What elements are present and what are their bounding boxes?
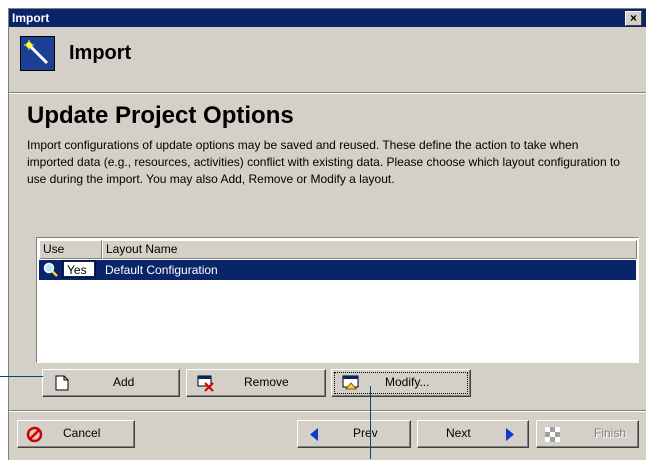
page-title: Update Project Options xyxy=(27,102,294,129)
finish-button-label: Finish xyxy=(594,426,627,440)
next-button[interactable]: Next xyxy=(417,420,529,448)
callout-line-add xyxy=(0,376,43,377)
header-title: Import xyxy=(69,42,132,64)
title-bar[interactable]: Import × xyxy=(9,9,646,27)
close-button[interactable]: × xyxy=(625,11,642,26)
modify-button[interactable]: Modify... xyxy=(331,369,471,397)
prev-button-label: Prev xyxy=(353,426,378,440)
remove-button[interactable]: Remove xyxy=(186,369,326,397)
modify-button-label: Modify... xyxy=(385,375,430,389)
arrow-left-icon xyxy=(310,428,318,441)
cancel-button-label: Cancel xyxy=(63,426,101,440)
checkered-flag-icon xyxy=(545,427,560,442)
cancel-icon xyxy=(26,426,43,443)
new-document-icon xyxy=(55,375,69,391)
window-title: Import xyxy=(12,11,50,25)
layout-table[interactable]: Use Layout Name Yes Default Configuratio… xyxy=(36,237,639,363)
magnifier-icon xyxy=(43,262,58,277)
column-header-layout-name[interactable]: Layout Name xyxy=(102,240,637,259)
next-button-label: Next xyxy=(446,426,471,440)
table-header: Use Layout Name xyxy=(39,240,637,259)
add-button[interactable]: Add xyxy=(42,369,180,397)
remove-icon xyxy=(197,375,214,392)
footer-separator xyxy=(9,410,646,412)
import-dialog: Import × Import Update Project Options I… xyxy=(8,8,646,460)
header-separator xyxy=(9,92,646,94)
table-row[interactable]: Yes Default Configuration xyxy=(39,260,636,280)
add-button-label: Add xyxy=(113,375,135,389)
prev-button[interactable]: Prev xyxy=(297,420,411,448)
wizard-header: Import xyxy=(9,28,646,92)
use-cell[interactable]: Yes xyxy=(62,260,96,278)
callout-line-modify xyxy=(370,386,371,459)
remove-button-label: Remove xyxy=(244,375,289,389)
arrow-right-icon xyxy=(506,428,514,441)
finish-button[interactable]: Finish xyxy=(536,420,639,448)
magic-wand-icon xyxy=(20,36,55,71)
page-description: Import configurations of update options … xyxy=(27,138,620,186)
column-header-use[interactable]: Use xyxy=(39,240,102,259)
layout-name-cell: Default Configuration xyxy=(105,263,218,277)
modify-icon xyxy=(342,375,359,390)
cancel-button[interactable]: Cancel xyxy=(17,420,135,448)
